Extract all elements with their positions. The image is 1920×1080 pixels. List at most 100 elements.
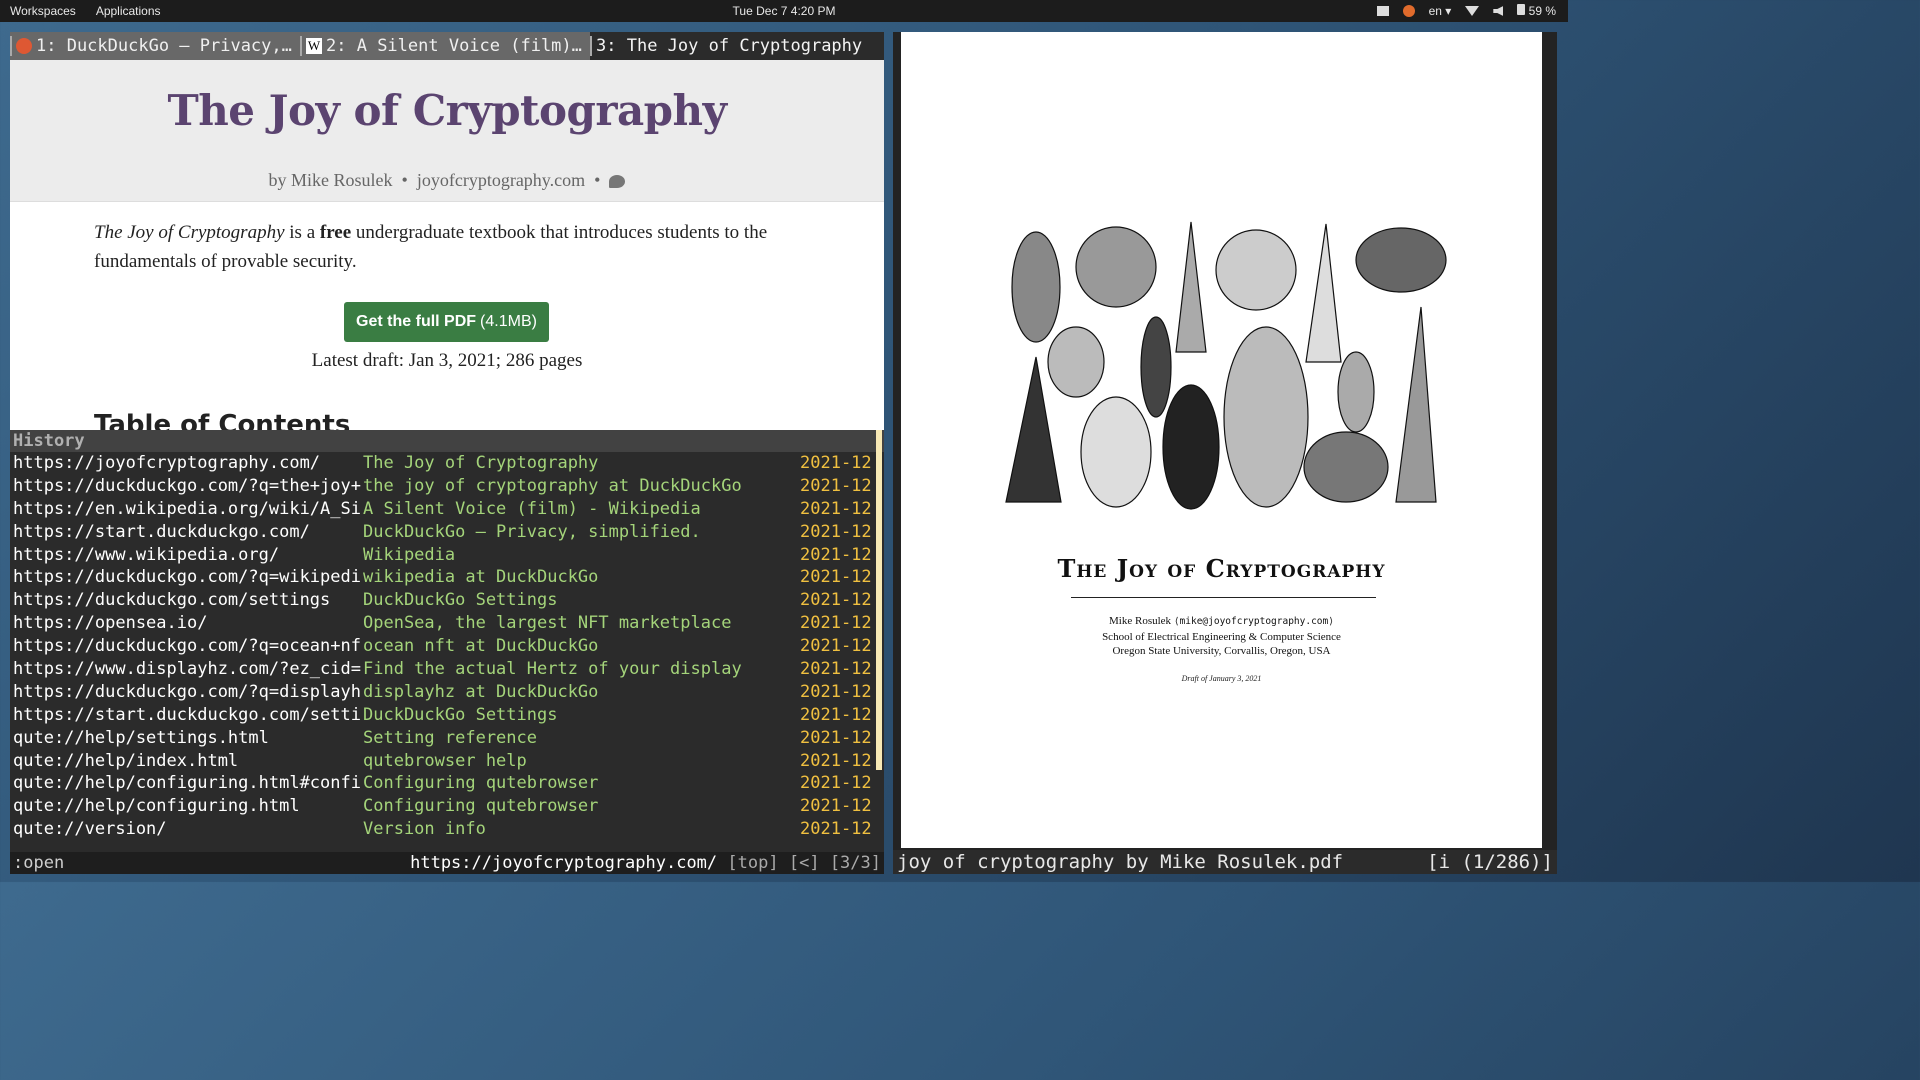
history-date: 2021-12 xyxy=(800,750,872,771)
shell-drawing xyxy=(1140,316,1172,418)
shell-drawing xyxy=(1080,396,1152,508)
completion-scrollbar[interactable] xyxy=(876,430,882,770)
status-tab-index: [3/3] xyxy=(829,853,881,873)
history-title: Configuring qutebrowser xyxy=(363,773,599,794)
history-url: https://joyofcryptography.com/ xyxy=(13,453,321,473)
shell-drawing xyxy=(1215,229,1297,311)
tab-indicator xyxy=(590,36,593,56)
history-row[interactable]: qute://help/index.html qutebrowser help 20… xyxy=(10,750,884,773)
history-row[interactable]: https://www.wikipedia.org/Wikipedia 2021-… xyxy=(10,544,884,567)
history-date: 2021-12 xyxy=(800,567,872,588)
command-input[interactable]: :open xyxy=(13,852,64,874)
battery-icon xyxy=(1517,4,1526,15)
history-url: https://duckduckgo.com/?q=displayh xyxy=(13,681,361,702)
twitter-icon[interactable] xyxy=(609,175,626,189)
shell-drawing xyxy=(1075,226,1157,308)
byline: by Mike Rosulek • joyofcryptography.com … xyxy=(10,170,884,191)
tab-1[interactable]: 1: DuckDuckGo — Privacy,… xyxy=(10,32,301,60)
history-row[interactable]: https://start.duckduckgo.com/DuckDuckGo … xyxy=(10,521,884,544)
page-title: The Joy of Cryptography xyxy=(167,86,727,135)
wifi-icon[interactable] xyxy=(1465,6,1480,16)
pdf-statusbar: joy of cryptography by Mike Rosulek.pdf … xyxy=(893,850,1557,874)
tab-3[interactable]: 3: The Joy of Cryptography xyxy=(590,32,884,60)
pdf-email: ⟨mike@joyofcryptography.com⟩ xyxy=(1173,616,1334,627)
browser-window: 1: DuckDuckGo — Privacy,… W 2: A Silent … xyxy=(10,32,884,874)
duckduckgo-icon xyxy=(16,38,32,54)
history-title: the joy of cryptography at DuckDuckGo xyxy=(363,475,742,496)
history-url: https://www.wikipedia.org/ xyxy=(13,544,280,565)
battery-percent: 59 % xyxy=(1528,4,1556,18)
history-date: 2021-12 xyxy=(800,544,872,565)
status-history: [<] xyxy=(788,853,820,873)
history-url: https://start.duckduckgo.com/ xyxy=(13,521,310,542)
history-date: 2021-12 xyxy=(800,590,872,611)
history-row[interactable]: https://start.duckduckgo.com/setti DuckDu… xyxy=(10,704,884,727)
history-url: https://www.displayhz.com/?ez_cid= xyxy=(13,659,361,680)
history-title: DuckDuckGo Settings xyxy=(363,590,558,611)
workspaces-menu[interactable]: Workspaces xyxy=(0,4,86,18)
keyboard-layout[interactable]: en ▾ xyxy=(1429,4,1452,18)
history-title: DuckDuckGo Settings xyxy=(363,704,558,725)
history-url: qute://help/configuring.html xyxy=(13,796,300,817)
pdf-university: Oregon State University, Corvallis, Oreg… xyxy=(1112,645,1331,657)
history-title: qutebrowser help xyxy=(363,750,527,771)
history-row[interactable]: https://opensea.io/OpenSea, the largest … xyxy=(10,612,884,635)
history-row[interactable]: qute://help/settings.html Setting referen… xyxy=(10,727,884,750)
history-row[interactable]: https://duckduckgo.com/?q=displayh displa… xyxy=(10,681,884,704)
latest-draft: Latest draft: Jan 3, 2021; 286 pages xyxy=(311,350,583,371)
history-date: 2021-12 xyxy=(800,498,872,519)
site-link[interactable]: joyofcryptography.com xyxy=(417,170,585,190)
applications-menu[interactable]: Applications xyxy=(86,4,171,18)
history-row[interactable]: qute://help/configuring.html#confi Config… xyxy=(10,772,884,795)
history-row[interactable]: qute://help/configuring.html Configuring … xyxy=(10,795,884,818)
keyboard-layout-label: en xyxy=(1428,4,1442,18)
history-date: 2021-12 xyxy=(800,521,872,542)
history-title: Configuring qutebrowser xyxy=(363,796,599,817)
pdf-page-indicator: [i (1/286)] xyxy=(1427,851,1553,873)
history-list: https://joyofcryptography.com/The Joy of… xyxy=(10,452,884,841)
history-url: https://duckduckgo.com/settings xyxy=(13,590,331,611)
history-row[interactable]: https://duckduckgo.com/?q=ocean+nf ocean … xyxy=(10,635,884,658)
tab-1-label: 1: DuckDuckGo — Privacy,… xyxy=(36,36,292,56)
tab-2[interactable]: W 2: A Silent Voice (film)… xyxy=(300,32,591,60)
history-row[interactable]: qute://version/Version info 2021-12 xyxy=(10,818,884,841)
shell-drawing xyxy=(1011,231,1061,343)
pdf-draft-date: Draft of January 3, 2021 xyxy=(1181,674,1262,683)
notification-icon[interactable] xyxy=(1402,5,1415,17)
history-title: wikipedia at DuckDuckGo xyxy=(363,567,599,588)
pdf-title-rule xyxy=(1071,597,1376,598)
pdf-filename: joy of cryptography by Mike Rosulek.pdf xyxy=(897,851,1344,873)
history-row[interactable]: https://joyofcryptography.com/The Joy of… xyxy=(10,452,884,475)
pdf-page[interactable]: The Joy of Cryptography Mike Rosulek ⟨mi… xyxy=(901,32,1542,848)
battery-indicator[interactable]: 59 % xyxy=(1517,4,1556,18)
tab-bar: 1: DuckDuckGo — Privacy,… W 2: A Silent … xyxy=(10,32,884,60)
history-date: 2021-12 xyxy=(800,613,872,634)
history-url: qute://help/index.html xyxy=(13,750,239,771)
intro-text-a: is a xyxy=(284,222,320,243)
history-row[interactable]: https://duckduckgo.com/?q=wikipedi wikipe… xyxy=(10,566,884,589)
clock[interactable]: Tue Dec 7 4:20 PM xyxy=(733,4,836,18)
history-date: 2021-12 xyxy=(800,704,872,725)
get-pdf-button[interactable]: Get the full PDF (4.1MB) xyxy=(344,302,549,342)
history-url: https://duckduckgo.com/?q=wikipedi xyxy=(13,567,361,588)
history-date: 2021-12 xyxy=(800,773,872,794)
shell-drawing xyxy=(1355,227,1447,293)
history-url: qute://version/ xyxy=(13,819,167,840)
volume-icon[interactable] xyxy=(1493,6,1504,16)
window-layout-icon[interactable] xyxy=(1376,6,1389,16)
history-row[interactable]: https://duckduckgo.com/?q=the+joy+ the jo… xyxy=(10,475,884,498)
history-url: https://opensea.io/ xyxy=(13,613,208,634)
shell-drawing xyxy=(1337,351,1375,433)
history-url: qute://help/settings.html xyxy=(13,727,269,748)
author-link[interactable]: by Mike Rosulek xyxy=(269,170,393,190)
history-title: Version info xyxy=(363,819,486,840)
history-row[interactable]: https://www.displayhz.com/?ez_cid= Find t… xyxy=(10,658,884,681)
history-row[interactable]: https://duckduckgo.com/settings DuckDuckG… xyxy=(10,589,884,612)
get-pdf-label: Get the full PDF xyxy=(356,313,477,330)
statusbar: :open https://joyofcryptography.com/ [to… xyxy=(10,852,884,874)
seashell-illustration xyxy=(1005,221,1447,510)
history-title: A Silent Voice (film) - Wikipedia xyxy=(363,498,701,519)
history-row[interactable]: https://en.wikipedia.org/wiki/A_Si A Sile… xyxy=(10,498,884,521)
history-url: https://duckduckgo.com/?q=the+joy+ xyxy=(13,475,361,496)
history-date: 2021-12 xyxy=(800,681,872,702)
